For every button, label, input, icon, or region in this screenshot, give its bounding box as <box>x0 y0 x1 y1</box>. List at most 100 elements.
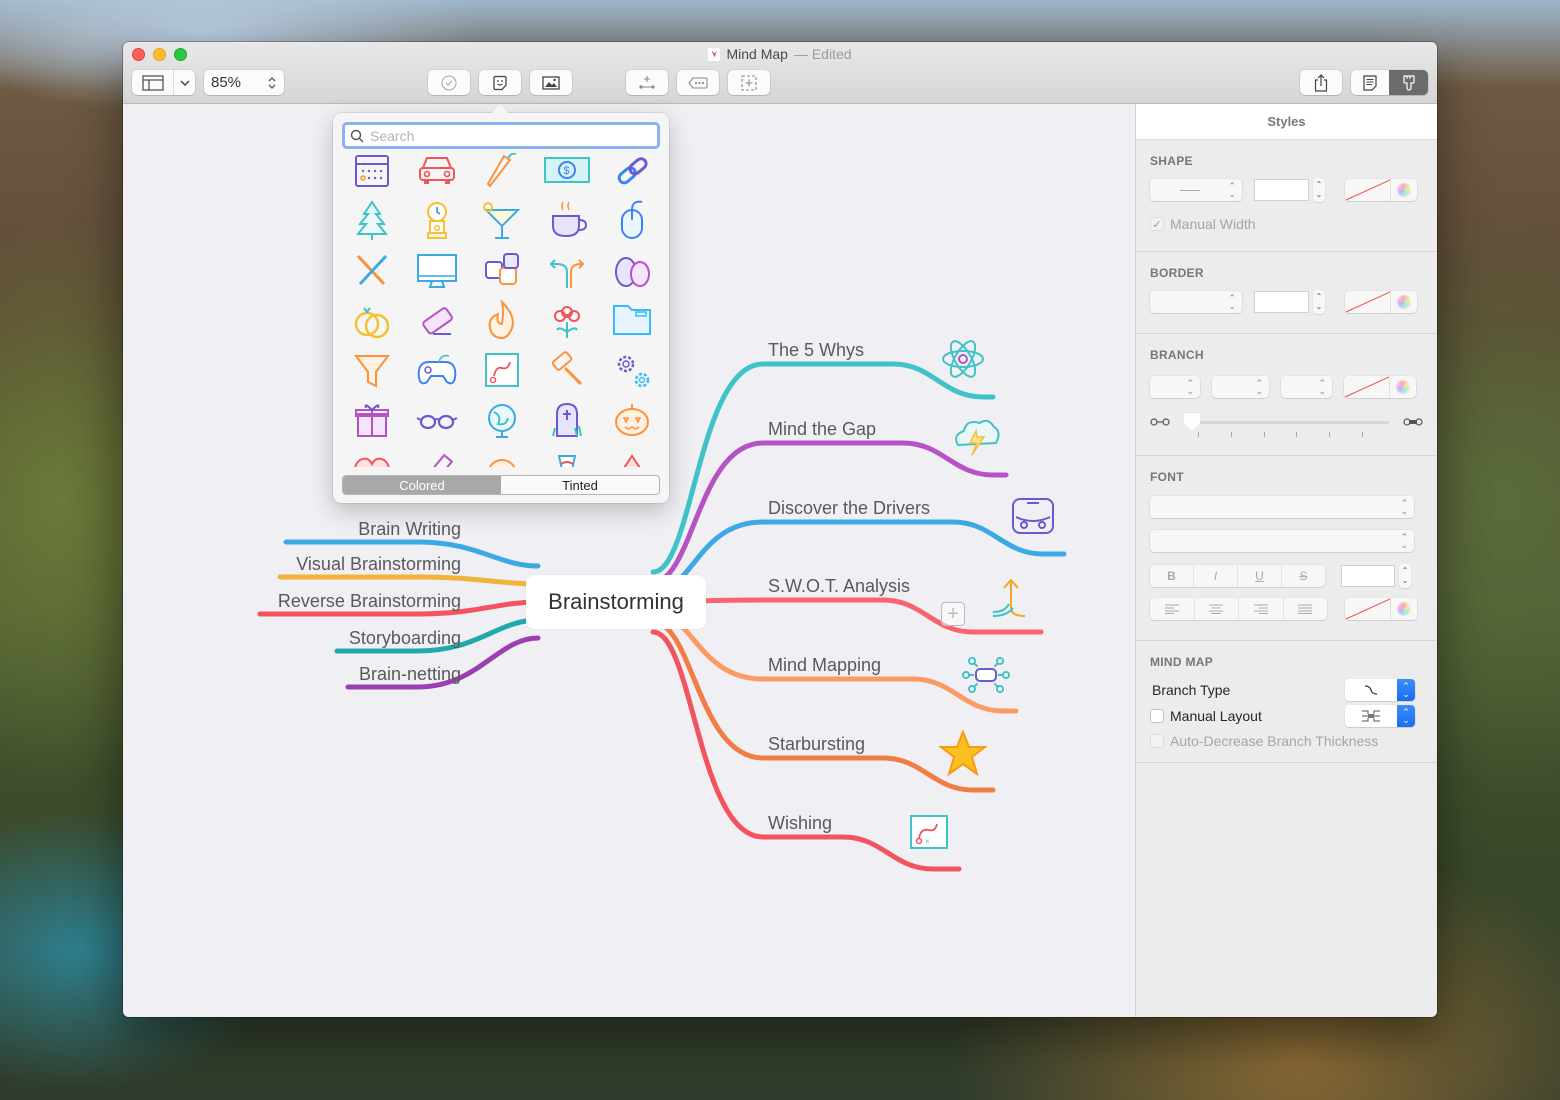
sticker-pencil[interactable] <box>404 445 469 467</box>
image-button[interactable] <box>530 70 572 95</box>
font-size-field[interactable] <box>1341 565 1395 587</box>
tab-colored[interactable]: Colored <box>343 476 501 494</box>
align-right-button[interactable] <box>1239 598 1284 620</box>
sticker-glasses[interactable] <box>404 395 469 445</box>
border-width-stepper[interactable]: ⌃ ⌄ <box>1313 290 1325 314</box>
zoom-level-field[interactable]: 85% <box>204 70 284 95</box>
sticker-funnel[interactable] <box>339 345 404 395</box>
font-family-popup[interactable]: ⌃ ⌄ <box>1150 496 1414 518</box>
share-button[interactable] <box>1300 70 1342 95</box>
sticker-globe[interactable] <box>469 395 534 445</box>
italic-button[interactable]: I <box>1194 565 1238 587</box>
right-topic[interactable]: S.W.O.T. Analysis <box>650 576 1044 635</box>
branch-type-popup[interactable]: ⌃ ⌄ <box>1345 679 1415 701</box>
font-style-popup[interactable]: ⌃ ⌄ <box>1150 530 1414 552</box>
sticker-cutlery[interactable] <box>339 245 404 295</box>
tab-tinted[interactable]: Tinted <box>501 476 659 494</box>
sticker-carrot[interactable] <box>469 153 534 195</box>
branch-type-label: Branch Type <box>1152 682 1231 698</box>
branch-line <box>650 597 1044 635</box>
add-boundary-button[interactable] <box>728 70 770 95</box>
branch-color-well[interactable] <box>1344 376 1416 398</box>
callout-icon <box>688 76 708 89</box>
font-color-well[interactable] <box>1345 598 1417 620</box>
sticker-gamepad[interactable] <box>404 345 469 395</box>
sticker-mouse[interactable] <box>599 195 663 245</box>
manual-width-checkbox[interactable]: ✓ <box>1150 217 1164 231</box>
sticker-clock[interactable] <box>404 195 469 245</box>
sticker-strategy-board[interactable] <box>469 345 534 395</box>
sticker-search-field[interactable] <box>342 122 660 149</box>
border-width-field[interactable] <box>1254 291 1309 313</box>
sticker-fire[interactable] <box>469 295 534 345</box>
styles-inspector-button[interactable] <box>1389 70 1428 95</box>
sticker-flower[interactable] <box>534 295 599 345</box>
slider-knob[interactable] <box>1184 412 1200 431</box>
sticker-dice[interactable] <box>469 245 534 295</box>
heart-icon <box>353 457 390 467</box>
add-child-button[interactable] <box>626 70 668 95</box>
branch-thickness-slider[interactable] <box>1184 412 1389 431</box>
sticker-coffee-cup[interactable] <box>534 195 599 245</box>
sticker-christmas-tree[interactable] <box>339 195 404 245</box>
shape-width-stepper[interactable]: ⌃ ⌄ <box>1313 178 1325 202</box>
sticker-monitor[interactable] <box>404 245 469 295</box>
sticker-candy[interactable] <box>534 445 599 467</box>
calendar-icon <box>354 155 389 187</box>
sticker-eraser[interactable] <box>404 295 469 345</box>
sticker-link[interactable] <box>599 153 663 195</box>
sticker-calendar[interactable] <box>339 153 404 195</box>
sticker-search-input[interactable] <box>370 127 650 144</box>
manual-layout-checkbox[interactable] <box>1150 709 1164 723</box>
sticker-folder[interactable] <box>599 295 663 345</box>
outline-view-button[interactable] <box>1351 70 1389 95</box>
sticker-rings[interactable] <box>339 295 404 345</box>
underline-button[interactable]: U <box>1238 565 1282 587</box>
sticker-gears[interactable] <box>599 345 663 395</box>
branch-style-popup[interactable]: ⌃ ⌄ <box>1150 376 1200 398</box>
left-topic[interactable]: Reverse Brainstorming <box>257 591 541 617</box>
funnel-icon <box>353 355 390 388</box>
branch-end-popup[interactable]: ⌃ ⌄ <box>1281 376 1332 398</box>
branch-line-popup[interactable]: ⌃ ⌄ <box>1212 376 1269 398</box>
sticker-gift[interactable] <box>339 395 404 445</box>
sticker-easter-eggs[interactable] <box>599 245 663 295</box>
add-topic-button[interactable]: + <box>941 602 965 626</box>
align-left-button[interactable] <box>1150 598 1195 620</box>
sticker-split-arrows[interactable] <box>534 245 599 295</box>
clock-icon <box>426 202 447 239</box>
border-style-popup[interactable]: ⌃ ⌄ <box>1150 291 1242 313</box>
sticker-car[interactable] <box>404 153 469 195</box>
sticker-grid[interactable]: $ <box>339 153 663 467</box>
sticker-button[interactable] <box>479 70 521 95</box>
border-color-well[interactable] <box>1345 291 1417 313</box>
add-note-button[interactable] <box>677 70 719 95</box>
view-menu-button[interactable] <box>174 70 195 95</box>
sticker-heart[interactable] <box>339 445 404 467</box>
font-size-stepper[interactable]: ⌃ ⌄ <box>1399 564 1411 588</box>
svg-text:$: $ <box>563 165 569 177</box>
auto-decrease-checkbox[interactable] <box>1150 734 1164 748</box>
layout-type-popup[interactable]: ⌃ ⌄ <box>1345 705 1415 727</box>
sticker-cocktail[interactable] <box>469 195 534 245</box>
align-center-button[interactable] <box>1195 598 1239 620</box>
shape-fill-color-well[interactable] <box>1345 179 1417 201</box>
right-topic[interactable]: Mind Mapping <box>650 609 1019 714</box>
share-icon <box>1314 73 1328 92</box>
shape-width-field[interactable] <box>1254 179 1309 201</box>
central-topic[interactable]: Brainstorming <box>526 575 706 629</box>
align-justify-button[interactable] <box>1284 598 1328 620</box>
task-button[interactable] <box>428 70 470 95</box>
sticker-gavel[interactable] <box>534 345 599 395</box>
document-lines-icon <box>1363 74 1377 91</box>
sticker-money[interactable]: $ <box>534 153 599 195</box>
sidebar-toggle-button[interactable] <box>132 70 174 95</box>
shape-style-popup[interactable]: ⌃ ⌄ <box>1150 179 1242 201</box>
bold-button[interactable]: B <box>1150 565 1194 587</box>
sticker-pyramid[interactable] <box>599 445 663 467</box>
sticker-pumpkin[interactable] <box>599 395 663 445</box>
sticker-donut[interactable] <box>469 445 534 467</box>
strikethrough-button[interactable]: S <box>1282 565 1325 587</box>
right-topic[interactable]: Starbursting <box>650 619 996 793</box>
sticker-tombstone[interactable] <box>534 395 599 445</box>
